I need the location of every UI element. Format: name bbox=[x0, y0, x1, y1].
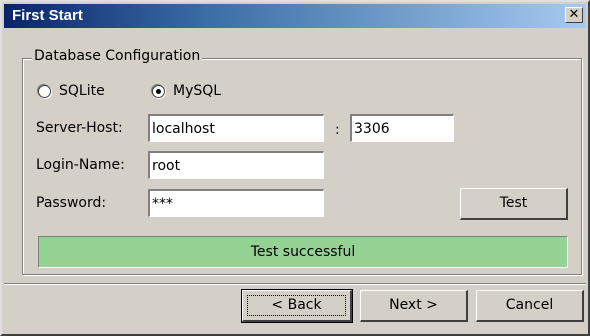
first-start-dialog: First Start ✕ Database Configuration SQL… bbox=[0, 0, 590, 336]
port-input[interactable]: 3306 bbox=[349, 113, 455, 143]
window-title: First Start bbox=[12, 7, 83, 24]
server-host-input[interactable]: localhost bbox=[147, 113, 325, 143]
port-separator: : bbox=[335, 122, 340, 138]
radio-mysql-indicator[interactable] bbox=[152, 84, 165, 98]
title-bar[interactable]: First Start ✕ bbox=[4, 4, 586, 28]
password-input[interactable]: *** bbox=[147, 188, 325, 218]
login-name-label: Login-Name: bbox=[36, 157, 125, 173]
radio-sqlite-indicator[interactable] bbox=[38, 84, 51, 98]
close-button[interactable]: ✕ bbox=[565, 7, 583, 23]
cancel-button[interactable]: Cancel bbox=[476, 290, 584, 322]
focus-rectangle bbox=[247, 295, 346, 316]
back-button[interactable]: < Back bbox=[241, 289, 353, 323]
radio-mysql-label: MySQL bbox=[173, 83, 222, 99]
radio-sqlite[interactable]: SQLite bbox=[38, 82, 105, 100]
close-icon: ✕ bbox=[568, 7, 580, 22]
test-button[interactable]: Test bbox=[460, 188, 568, 220]
next-button[interactable]: Next > bbox=[360, 290, 468, 322]
password-label: Password: bbox=[36, 195, 107, 211]
radio-sqlite-label: SQLite bbox=[59, 83, 105, 99]
server-host-label: Server-Host: bbox=[36, 120, 123, 136]
radio-mysql[interactable]: MySQL bbox=[152, 82, 221, 100]
group-legend: Database Configuration bbox=[32, 48, 203, 64]
status-message: Test successful bbox=[38, 236, 568, 268]
footer-divider bbox=[4, 283, 586, 285]
login-name-input[interactable]: root bbox=[147, 150, 325, 180]
